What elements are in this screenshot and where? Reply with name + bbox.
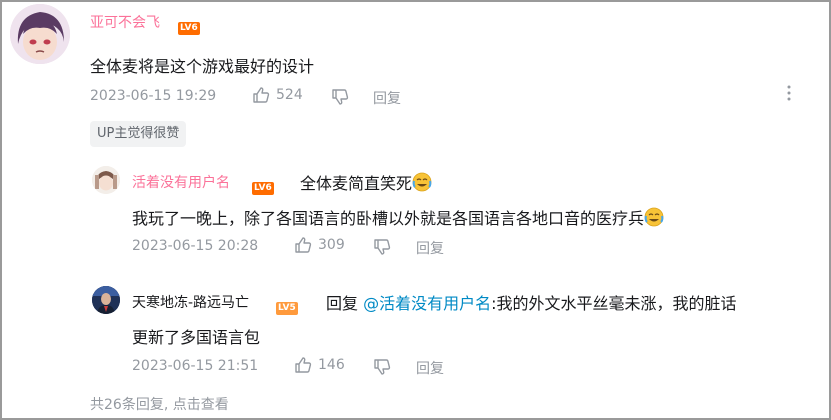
comment-username[interactable]: 亚可不会飞 xyxy=(90,12,160,32)
reply-avatar[interactable] xyxy=(92,286,120,314)
like-count: 146 xyxy=(318,357,345,373)
thumb-up-icon xyxy=(294,356,312,374)
thumb-up-icon xyxy=(252,86,270,104)
thumb-up-icon xyxy=(294,236,312,254)
dislike-button[interactable] xyxy=(373,238,391,256)
crying-laugh-emoji xyxy=(644,207,664,227)
reply-button[interactable]: 回复 xyxy=(373,88,401,108)
user-avatar[interactable] xyxy=(10,4,70,64)
reply-timestamp: 2023-06-15 21:51 xyxy=(132,358,259,374)
like-button[interactable]: 524 xyxy=(252,86,303,104)
like-count: 309 xyxy=(318,237,345,253)
reply-text: 回复 @活着没有用户名:我的外文水平丝毫未涨，我的脏话 xyxy=(326,294,737,313)
reply-username[interactable]: 活着没有用户名 xyxy=(132,172,230,192)
mention-link[interactable]: @活着没有用户名 xyxy=(363,294,491,313)
thumb-down-icon xyxy=(373,238,391,256)
comment-text: 全体麦将是这个游戏最好的设计 xyxy=(90,57,315,76)
dislike-button[interactable] xyxy=(373,358,391,376)
up-liked-badge: UP主觉得很赞 xyxy=(90,121,187,147)
view-more-replies[interactable]: 共26条回复, 点击查看 xyxy=(90,394,229,414)
crying-laugh-emoji xyxy=(412,172,432,192)
level-badge: LV5 xyxy=(276,302,298,315)
like-button[interactable]: 309 xyxy=(294,236,345,254)
reply-timestamp: 2023-06-15 20:28 xyxy=(132,238,259,254)
reply-button[interactable]: 回复 xyxy=(416,238,444,258)
reply-avatar[interactable] xyxy=(92,166,120,194)
thumb-down-icon xyxy=(373,358,391,376)
like-count: 524 xyxy=(276,87,303,103)
dislike-button[interactable] xyxy=(331,88,349,106)
like-button[interactable]: 146 xyxy=(294,356,345,374)
more-options-icon[interactable] xyxy=(782,84,796,106)
comment-timestamp: 2023-06-15 19:29 xyxy=(90,88,217,104)
reply-text-line2: 更新了多国语言包 xyxy=(132,328,261,347)
reply-text: 全体麦简直笑死 xyxy=(300,170,432,194)
reply-button[interactable]: 回复 xyxy=(416,358,444,378)
thumb-down-icon xyxy=(331,88,349,106)
reply-username[interactable]: 天寒地冻-路远马亡 xyxy=(132,292,249,312)
reply-text-body: 我玩了一晚上，除了各国语言的卧槽以外就是各国语言各地口音的医疗兵 xyxy=(132,205,664,229)
level-badge: LV6 xyxy=(178,22,200,35)
level-badge: LV6 xyxy=(252,182,274,195)
